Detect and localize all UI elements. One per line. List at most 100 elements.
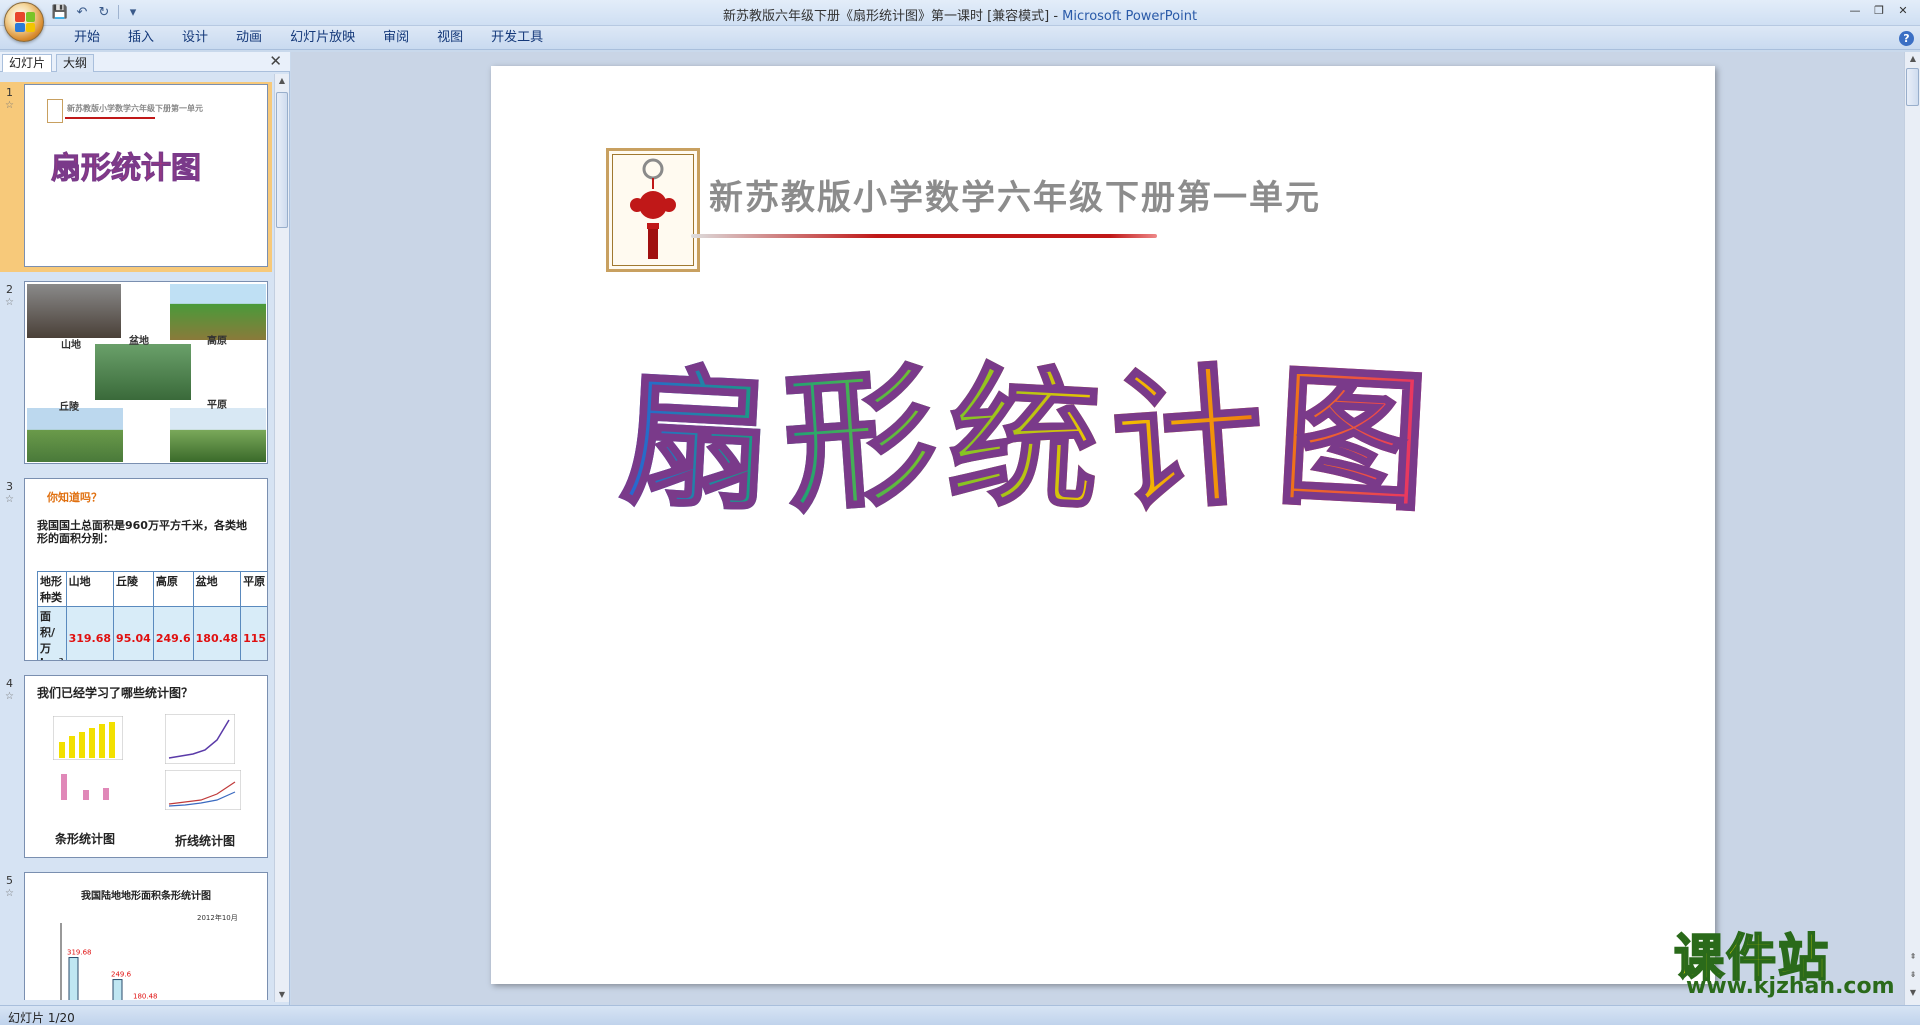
minimize-icon[interactable]: —: [1844, 2, 1866, 18]
thumbnail-row-4[interactable]: 4 ☆ 我们已经学习了哪些统计图？ 条形统计图 折线统计图: [0, 673, 272, 863]
thumbnail-number: 3: [6, 480, 13, 493]
subtitle-underline: [691, 234, 1157, 238]
title-char: 形: [778, 347, 943, 534]
thumbnail-number: 2: [6, 283, 13, 296]
tab-animations[interactable]: 动画: [222, 30, 276, 46]
thumb-heading: 我们已经学习了哪些统计图？: [37, 686, 194, 700]
thumb-title: 扇形统计图: [51, 151, 202, 187]
thumb-heading: 你知道吗？: [47, 491, 102, 504]
tab-slideshow[interactable]: 幻灯片放映: [276, 30, 369, 46]
slide-subtitle: 新苏教版小学数学六年级下册第一单元: [709, 178, 1321, 218]
thumbnail-slide-1[interactable]: 新苏教版小学数学六年级下册第一单元 扇形统计图: [24, 84, 268, 267]
pane-tabs: 幻灯片 大纲 ✕: [0, 52, 290, 72]
thumbnail-number: 5: [6, 874, 13, 887]
thumb-subtitle-line: [65, 117, 155, 119]
thumbnail-scrollbar[interactable]: ▲ ▼: [274, 74, 289, 1002]
bar-value-label: 249.6: [111, 971, 132, 979]
tab-developer[interactable]: 开发工具: [477, 30, 557, 46]
tab-insert[interactable]: 插入: [114, 30, 168, 46]
label-basin: 盆地: [129, 336, 149, 347]
thumbnail-slide-3[interactable]: 你知道吗？ 我国国土总面积是960万平方千米，各类地形的面积分别： 地形种类 山地…: [24, 478, 268, 661]
tab-outline[interactable]: 大纲: [56, 54, 95, 72]
thumbnail-row-2[interactable]: 2 ☆ 山地 盆地 高原 丘陵 平原: [0, 279, 272, 469]
thumbnail-row-3[interactable]: 3 ☆ 你知道吗？ 我国国土总面积是960万平方千米，各类地形的面积分别： 地形…: [0, 476, 272, 666]
close-pane-icon[interactable]: ✕: [269, 54, 282, 69]
prev-slide-icon[interactable]: ⇞: [1906, 950, 1920, 964]
tab-design[interactable]: 设计: [168, 30, 222, 46]
thumbnail-slide-4[interactable]: 我们已经学习了哪些统计图？ 条形统计图 折线统计图: [24, 675, 268, 858]
thumb-bar-chart: 319.6895.04249.6180.48115.2: [60, 923, 158, 1000]
chinese-knot-frame: [606, 148, 700, 272]
slide-title: 扇形统计图: [615, 347, 1621, 534]
scroll-down-icon[interactable]: ▼: [1906, 986, 1920, 1000]
scroll-thumb[interactable]: [276, 92, 288, 228]
thumb-text: 我国国土总面积是960万平方千米，各类地形的面积分别：: [37, 519, 247, 545]
help-icon[interactable]: ?: [1899, 31, 1914, 46]
slide-editor: 新苏教版小学数学六年级下册第一单元 扇形统计图: [291, 52, 1920, 1005]
mini-bar-chart: [53, 716, 123, 760]
terrain-table: 地形种类山地丘陵 高原盆地平原 面积/万km²319.6895.04 249.6…: [37, 571, 267, 660]
bar: [112, 979, 123, 1000]
slides-pane: 幻灯片 大纲 ✕ 1 ☆ 新苏教版小学数学六年级下册第一单元 扇形统计图 2 ☆: [0, 52, 290, 1005]
title-char: 统: [943, 349, 1105, 534]
bar-chart-label: 条形统计图: [55, 832, 116, 846]
thumb-subtitle: 新苏教版小学数学六年级下册第一单元: [67, 104, 203, 113]
scroll-up-icon[interactable]: ▲: [1906, 52, 1920, 66]
mountain-photo: [27, 284, 121, 338]
watermark-url: www.kjzhan.com: [1686, 974, 1895, 999]
label-plateau: 高原: [207, 336, 227, 347]
label-mountain: 山地: [61, 340, 81, 351]
title-char: 扇: [615, 349, 777, 534]
title-char: 计: [1106, 347, 1271, 534]
animation-star-icon: ☆: [5, 888, 14, 899]
basin-photo: [95, 344, 191, 400]
plain-photo: [170, 408, 266, 462]
close-icon[interactable]: ✕: [1892, 2, 1914, 18]
office-button[interactable]: [4, 2, 44, 42]
thumbnail-list: 1 ☆ 新苏教版小学数学六年级下册第一单元 扇形统计图 2 ☆ 山地 盆地 高原: [0, 74, 272, 1000]
label-hills: 丘陵: [59, 402, 79, 413]
bar-value-label: 180.48: [133, 992, 158, 1000]
thumbnail-slide-5[interactable]: 我国陆地地形面积条形统计图 2012年10月 319.6895.04249.61…: [24, 872, 268, 1000]
thumbnail-slide-2[interactable]: 山地 盆地 高原 丘陵 平原: [24, 281, 268, 464]
thumbnail-number: 1: [6, 86, 13, 99]
hills-photo: [27, 408, 123, 462]
label-plain: 平原: [207, 400, 227, 411]
scroll-up-icon[interactable]: ▲: [275, 74, 289, 88]
mini-bar-chart-2: [61, 774, 109, 800]
status-bar: 幻灯片 1/20: [0, 1005, 1920, 1025]
chinese-knot-icon: [630, 158, 676, 259]
thumbnail-number: 4: [6, 677, 13, 690]
next-slide-icon[interactable]: ⇟: [1906, 968, 1920, 982]
bar-value-label: 319.68: [67, 949, 92, 957]
animation-star-icon: ☆: [5, 100, 14, 111]
knot-icon: [47, 99, 63, 123]
current-slide[interactable]: 新苏教版小学数学六年级下册第一单元 扇形统计图: [491, 66, 1715, 984]
tab-view[interactable]: 视图: [423, 30, 477, 46]
site-watermark: 课件站 www.kjzhan.com: [1656, 918, 1901, 1006]
animation-star-icon: ☆: [5, 691, 14, 702]
editor-scrollbar[interactable]: ▲ ⇞ ⇟ ▼: [1904, 52, 1920, 1005]
tab-slides[interactable]: 幻灯片: [2, 54, 53, 72]
thumbnail-row-5[interactable]: 5 ☆ 我国陆地地形面积条形统计图 2012年10月 319.6895.0424…: [0, 870, 272, 1000]
title-bar: 💾 ↶ ↻ ▾ 新苏教版六年级下册《扇形统计图》第一课时 [兼容模式] - Mi…: [0, 0, 1920, 42]
office-logo-icon: [15, 12, 35, 32]
mini-line-chart: [165, 714, 235, 764]
thumbnail-row-1[interactable]: 1 ☆ 新苏教版小学数学六年级下册第一单元 扇形统计图: [0, 82, 272, 272]
thumb-heading: 我国陆地地形面积条形统计图: [81, 891, 211, 902]
scroll-thumb[interactable]: [1906, 68, 1919, 106]
animation-star-icon: ☆: [5, 494, 14, 505]
bar: [68, 957, 79, 1000]
slide-counter: 幻灯片 1/20: [8, 1011, 75, 1025]
title-char: 图: [1271, 349, 1433, 534]
window-title: 新苏教版六年级下册《扇形统计图》第一课时 [兼容模式] - Microsoft …: [722, 9, 1198, 24]
restore-icon[interactable]: ❐: [1868, 2, 1890, 18]
tab-review[interactable]: 审阅: [369, 30, 423, 46]
line-chart-label: 折线统计图: [175, 834, 236, 848]
scroll-down-icon[interactable]: ▼: [275, 988, 289, 1002]
tab-home[interactable]: 开始: [60, 30, 114, 46]
ribbon-tabs: 开始 插入 设计 动画 幻灯片放映 审阅 视图 开发工具 ?: [0, 26, 1920, 50]
mini-line-chart-2: [165, 770, 241, 810]
window-controls: — ❐ ✕: [1844, 2, 1914, 18]
animation-star-icon: ☆: [5, 297, 14, 308]
